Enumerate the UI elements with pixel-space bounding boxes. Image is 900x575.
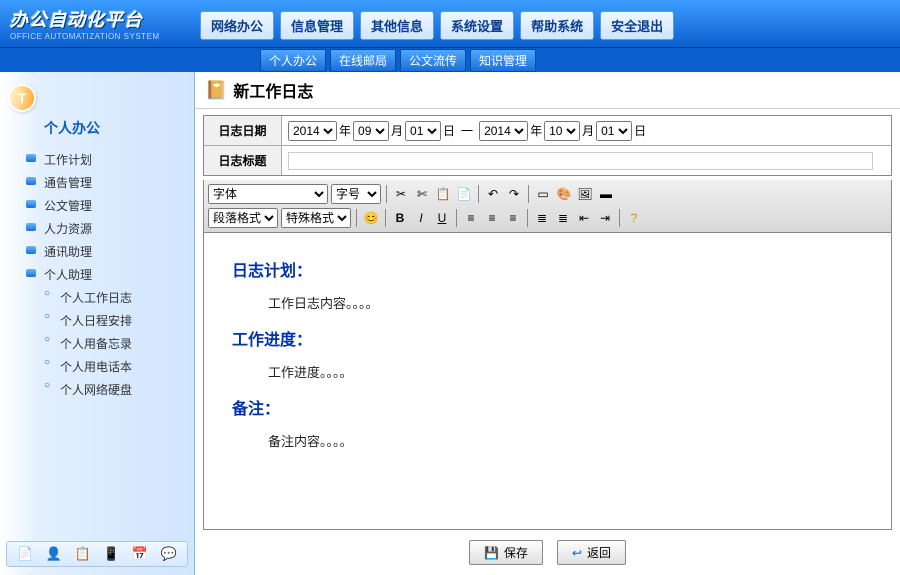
section-plan: 日志计划： (232, 257, 863, 281)
topnav-other-info[interactable]: 其他信息 (360, 11, 434, 40)
tb-underline-icon[interactable]: U (433, 209, 451, 227)
sb-tool-cal-icon[interactable]: 📅 (131, 545, 149, 563)
editor-body[interactable]: 日志计划： 工作日志内容。。。。 工作进度： 工作进度。。。。 备注： 备注内容… (203, 233, 892, 530)
page-title: 新工作日志 (233, 78, 313, 102)
sidebar-toolbar: 📄 👤 📋 📱 📅 💬 (6, 541, 188, 567)
tb-bold-icon[interactable]: B (391, 209, 409, 227)
app-subtitle: OFFICE AUTOMATIZATION SYSTEM (10, 32, 200, 41)
tb-image-icon[interactable]: 🖼 (576, 185, 594, 203)
tb-align-left-icon[interactable]: ≡ (462, 209, 480, 227)
tb-color-icon[interactable]: 🎨 (555, 185, 573, 203)
tb-help-icon[interactable]: ? (625, 209, 643, 227)
label-title: 日志标题 (204, 146, 282, 175)
button-bar: 💾保存 ↩返回 (195, 530, 900, 575)
tb-list-ol-icon[interactable]: ≣ (533, 209, 551, 227)
back-icon: ↩ (572, 546, 582, 560)
tb-scissors-icon[interactable]: ✄ (413, 185, 431, 203)
topnav-network-office[interactable]: 网络办公 (200, 11, 274, 40)
sel-paragraph[interactable]: 段落格式 (208, 208, 278, 228)
sel-year2[interactable]: 2014 (479, 121, 528, 141)
topnav-info-manage[interactable]: 信息管理 (280, 11, 354, 40)
topnav-system-settings[interactable]: 系统设置 (440, 11, 514, 40)
tb-emoji-icon[interactable]: 😊 (362, 209, 380, 227)
tb-italic-icon[interactable]: I (412, 209, 430, 227)
subnav-online-mail[interactable]: 在线邮局 (330, 49, 396, 72)
sidebar-sub-schedule[interactable]: 个人日程安排 (36, 309, 194, 332)
sidebar-item-comm-assist[interactable]: 通讯助理 (20, 240, 194, 263)
app-logo: 办公自动化平台 OFFICE AUTOMATIZATION SYSTEM (0, 6, 200, 41)
subnav-personal-office[interactable]: 个人办公 (260, 49, 326, 72)
sel-font[interactable]: 字体 (208, 184, 328, 204)
tb-paste-icon[interactable]: 📄 (455, 185, 473, 203)
content-area: 📔 新工作日志 日志日期 2014年 09月 01日 一 2014年 10月 0… (195, 72, 900, 575)
subnav-knowledge[interactable]: 知识管理 (470, 49, 536, 72)
tb-align-right-icon[interactable]: ≡ (504, 209, 522, 227)
page-header: 📔 新工作日志 (195, 72, 900, 109)
sidebar-item-hr[interactable]: 人力资源 (20, 217, 194, 240)
sel-day1[interactable]: 01 (405, 121, 441, 141)
text-plan: 工作日志内容。。。。 (268, 293, 863, 312)
tb-indent-icon[interactable]: ⇥ (596, 209, 614, 227)
sel-day2[interactable]: 01 (596, 121, 632, 141)
text-remark: 备注内容。。。。 (268, 431, 863, 450)
sel-month1[interactable]: 09 (353, 121, 389, 141)
top-bar: 办公自动化平台 OFFICE AUTOMATIZATION SYSTEM 网络办… (0, 0, 900, 48)
subnav-doc-flow[interactable]: 公文流传 (400, 49, 466, 72)
sel-special[interactable]: 特殊格式 (281, 208, 351, 228)
back-button[interactable]: ↩返回 (557, 540, 626, 565)
topnav-help-system[interactable]: 帮助系统 (520, 11, 594, 40)
label-date: 日志日期 (204, 116, 282, 145)
tb-copy-icon[interactable]: 📋 (434, 185, 452, 203)
sidebar-item-doc-manage[interactable]: 公文管理 (20, 194, 194, 217)
journal-icon: 📔 (205, 80, 227, 101)
input-title[interactable] (288, 152, 873, 170)
sidebar-sub-memo[interactable]: 个人用备忘录 (36, 332, 194, 355)
sb-tool-chat-icon[interactable]: 💬 (160, 545, 178, 563)
save-button[interactable]: 💾保存 (469, 540, 543, 565)
sel-size[interactable]: 字号 (331, 184, 381, 204)
section-remark: 备注： (232, 395, 863, 419)
sidebar-sub-work-journal[interactable]: 个人工作日志 (36, 286, 194, 309)
editor-toolbar: 字体 字号 ✂ ✄ 📋 📄 ↶ ↷ ▭ 🎨 🖼 ▬ 段落格式 特殊格式 (203, 180, 892, 233)
tb-undo-icon[interactable]: ↶ (484, 185, 502, 203)
tb-cut-icon[interactable]: ✂ (392, 185, 410, 203)
section-progress: 工作进度： (232, 326, 863, 350)
sidebar-sub-phonebook[interactable]: 个人用电话本 (36, 355, 194, 378)
sb-tool-doc-icon[interactable]: 📋 (74, 545, 92, 563)
tb-bar-icon[interactable]: ▬ (597, 185, 615, 203)
tb-redo-icon[interactable]: ↷ (505, 185, 523, 203)
sel-month2[interactable]: 10 (544, 121, 580, 141)
tb-outdent-icon[interactable]: ⇤ (575, 209, 593, 227)
sel-year1[interactable]: 2014 (288, 121, 337, 141)
top-nav: 网络办公 信息管理 其他信息 系统设置 帮助系统 安全退出 (200, 7, 674, 40)
sb-tool-contact-icon[interactable]: 👤 (45, 545, 63, 563)
text-progress: 工作进度。。。。 (268, 362, 863, 381)
topnav-safe-exit[interactable]: 安全退出 (600, 11, 674, 40)
sidebar: T 个人办公 工作计划 通告管理 公文管理 人力资源 通讯助理 个人助理 个人工… (0, 72, 195, 575)
sidebar-sub-netdisk[interactable]: 个人网络硬盘 (36, 378, 194, 401)
sidebar-item-notice-manage[interactable]: 通告管理 (20, 171, 194, 194)
app-title: 办公自动化平台 (10, 6, 200, 32)
tb-list-ul-icon[interactable]: ≣ (554, 209, 572, 227)
save-icon: 💾 (484, 546, 499, 560)
tb-align-center-icon[interactable]: ≡ (483, 209, 501, 227)
sub-nav: 个人办公 在线邮局 公文流传 知识管理 (0, 48, 900, 72)
sb-tool-note-icon[interactable]: 📄 (16, 545, 34, 563)
sidebar-item-personal-assist[interactable]: 个人助理 (20, 263, 194, 286)
tb-box-icon[interactable]: ▭ (534, 185, 552, 203)
sb-tool-device-icon[interactable]: 📱 (102, 545, 120, 563)
sidebar-item-work-plan[interactable]: 工作计划 (20, 148, 194, 171)
sidebar-title: 个人办公 (44, 118, 194, 138)
